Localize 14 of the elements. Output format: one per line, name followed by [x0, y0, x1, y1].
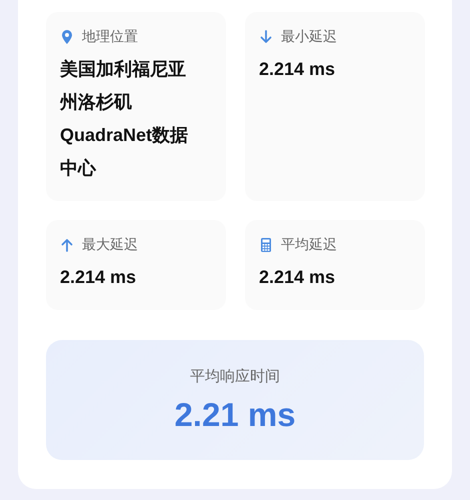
stat-value: 2.214 ms — [259, 266, 336, 289]
stat-value: 2.214 ms — [259, 58, 336, 81]
stat-value: 2.214 ms — [60, 266, 138, 289]
down-arrow-icon — [259, 29, 273, 45]
stat-label: 平均延迟 — [281, 236, 337, 254]
stat-label: 最大延迟 — [82, 236, 138, 254]
summary-value: 2.21 ms — [174, 396, 296, 434]
calculator-icon — [259, 237, 273, 253]
pin-icon — [60, 29, 74, 45]
stat-label: 最小延迟 — [281, 28, 337, 46]
stat-value: 美国加利福尼亚州洛杉矶QuadraNet数据中心 — [60, 58, 190, 180]
stat-label: 地理位置 — [82, 28, 138, 46]
summary-label: 平均响应时间 — [190, 366, 280, 386]
up-arrow-icon — [60, 237, 74, 253]
